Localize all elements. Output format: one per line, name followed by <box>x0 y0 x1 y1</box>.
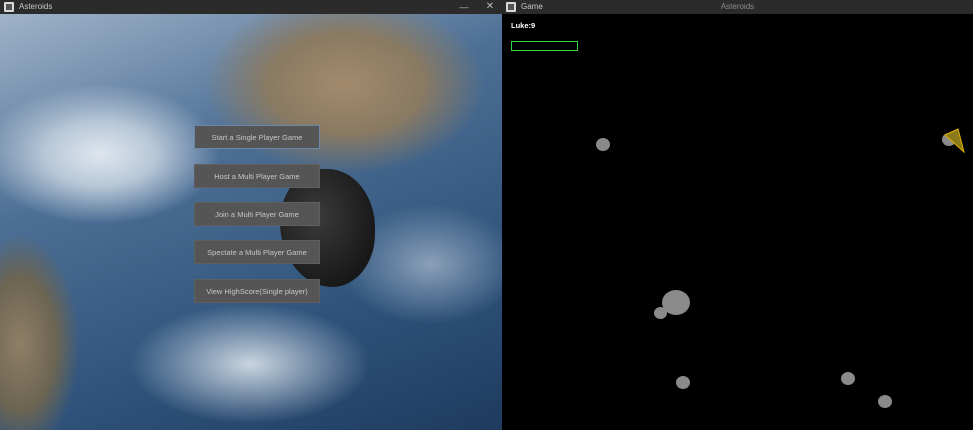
close-icon[interactable]: ✕ <box>484 0 496 14</box>
menu-window: Asteroids — ✕ Start a Single Player Game… <box>0 0 502 430</box>
asteroid <box>596 138 610 151</box>
menu-window-titlebar[interactable]: Asteroids — ✕ <box>0 0 502 14</box>
host-multi-player-button[interactable]: Host a Multi Player Game <box>194 164 320 188</box>
player-score-label: Luke:9 <box>511 21 536 30</box>
health-bar <box>511 41 578 51</box>
app-icon <box>4 2 14 12</box>
start-single-player-button[interactable]: Start a Single Player Game <box>194 125 320 149</box>
game-canvas[interactable]: Luke:9 <box>502 17 973 430</box>
player-ship <box>944 128 965 154</box>
asteroid <box>654 307 667 319</box>
game-window-titlebar[interactable]: Game Asteroids <box>502 0 973 14</box>
join-multi-player-button[interactable]: Join a Multi Player Game <box>194 202 320 226</box>
asteroid <box>841 372 855 385</box>
game-window-center-title: Asteroids <box>720 2 755 11</box>
game-window: Game Asteroids Luke:9 <box>502 0 973 430</box>
menu-window-title: Asteroids <box>19 2 53 11</box>
asteroid <box>676 376 690 389</box>
view-highscore-button[interactable]: View HighScore(Single player) <box>194 279 320 303</box>
minimize-icon[interactable]: — <box>459 0 469 14</box>
spectate-multi-player-button[interactable]: Spectate a Multi Player Game <box>194 240 320 264</box>
asteroid <box>878 395 892 408</box>
